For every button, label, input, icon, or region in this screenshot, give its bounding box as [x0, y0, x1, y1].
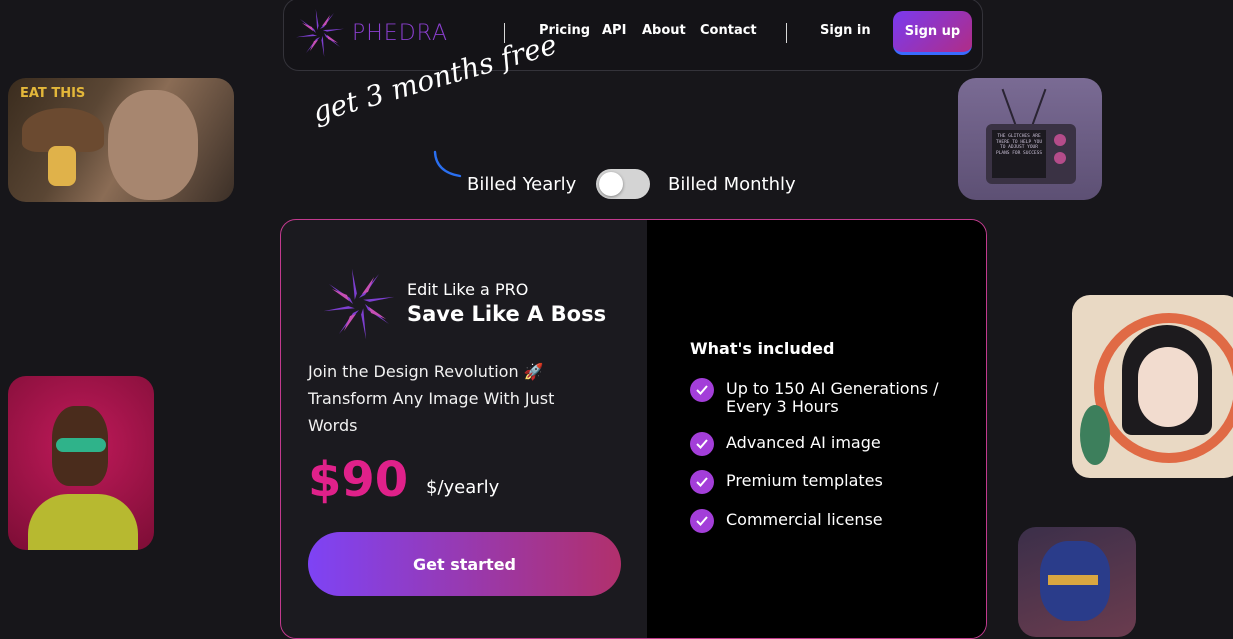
brand-logo[interactable]: PHEDRA — [296, 9, 448, 57]
abstract-face-image — [1018, 527, 1136, 637]
nav-about-link[interactable]: About — [642, 23, 686, 38]
features-panel — [647, 220, 986, 638]
retro-tv-image: THE GLITCHES ARE THERE TO HELP YOU TO AD… — [958, 78, 1102, 200]
feature-item: Premium templates — [690, 470, 956, 494]
mushroom-girl-image: EAT THIS — [8, 78, 234, 202]
face-shape — [1138, 347, 1198, 427]
included-title: What's included — [690, 339, 835, 358]
pricing-card: Edit Like a PRO Save Like A Boss Join th… — [280, 219, 987, 639]
billed-yearly-label[interactable]: Billed Yearly — [467, 174, 576, 195]
feature-text: Up to 150 AI Generations / Every 3 Hours — [726, 379, 939, 416]
leaf-shape — [1080, 405, 1110, 465]
check-icon — [690, 470, 714, 494]
dog-sunglasses-image — [8, 376, 154, 550]
plan-tagline: Edit Like a PRO — [407, 280, 529, 299]
tv-screen-text: THE GLITCHES ARE THERE TO HELP YOU TO AD… — [992, 130, 1046, 178]
plan-headline: Save Like A Boss — [407, 302, 607, 326]
tv-knob — [1054, 152, 1066, 164]
check-icon — [690, 432, 714, 456]
tv-antenna — [1001, 88, 1017, 126]
plan-price: $90 — [308, 452, 409, 508]
check-icon — [690, 378, 714, 402]
face-shape — [108, 90, 198, 200]
billing-toggle[interactable] — [596, 169, 650, 199]
phedra-logo-icon — [296, 9, 344, 57]
feature-item: Commercial license — [690, 509, 956, 533]
scarf-shape — [28, 494, 138, 550]
feature-text: Commercial license — [726, 510, 883, 529]
mushroom-stem-shape — [48, 146, 76, 186]
check-icon — [690, 509, 714, 533]
eat-this-text: EAT THIS — [20, 86, 86, 101]
toggle-knob — [599, 172, 623, 196]
tv-knob — [1054, 134, 1066, 146]
plan-emblem-icon — [323, 268, 395, 340]
signup-button[interactable]: Sign up — [893, 11, 972, 55]
nav-divider — [786, 23, 787, 43]
feature-text: Advanced AI image — [726, 433, 881, 452]
feature-item: Advanced AI image — [690, 432, 956, 456]
illustrated-girl-image — [1072, 295, 1233, 478]
feature-item: Up to 150 AI Generations / Every 3 Hours — [690, 378, 956, 416]
plan-period: $/yearly — [426, 477, 500, 498]
tv-antenna — [1031, 88, 1047, 126]
top-navbar: PHEDRA Pricing API About Contact Sign in… — [283, 0, 983, 71]
sunglasses-shape — [56, 438, 106, 452]
signin-link[interactable]: Sign in — [820, 23, 871, 38]
feature-text: Premium templates — [726, 471, 883, 490]
nav-contact-link[interactable]: Contact — [700, 23, 757, 38]
tv-body: THE GLITCHES ARE THERE TO HELP YOU TO AD… — [986, 124, 1076, 184]
get-started-button[interactable]: Get started — [308, 532, 621, 596]
abstract-band-shape — [1048, 575, 1098, 585]
curved-arrow-icon — [433, 150, 462, 178]
nav-api-link[interactable]: API — [602, 23, 626, 38]
billed-monthly-label[interactable]: Billed Monthly — [668, 174, 796, 195]
brand-name: PHEDRA — [352, 20, 449, 46]
plan-description: Join the Design Revolution 🚀 Transform A… — [308, 362, 555, 435]
